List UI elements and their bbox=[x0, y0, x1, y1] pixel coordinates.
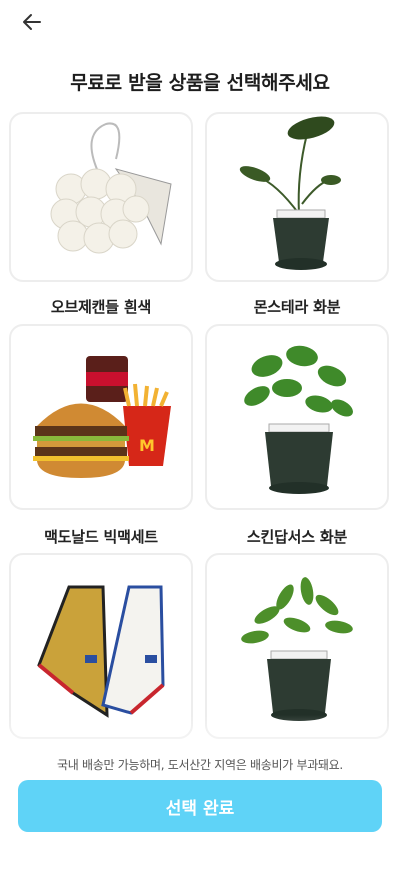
pothos-plant-image bbox=[244, 345, 353, 494]
product-card-pothos[interactable] bbox=[205, 324, 389, 510]
product-name-candle: 오브제캔들 흰색 bbox=[50, 298, 152, 316]
schefflera-plant-image bbox=[241, 577, 353, 721]
product-name-monstera: 몬스테라 화분 bbox=[253, 298, 341, 316]
product-grid: 오브제캔들 흰색 몬스테라 화분 M 맥도날드 빅맥세트 스킨답서스 화분 bbox=[0, 0, 400, 880]
product-card-candle[interactable] bbox=[9, 112, 193, 282]
product-name-bigmac: 맥도날드 빅맥세트 bbox=[44, 528, 158, 546]
product-card-bigmac[interactable]: M bbox=[9, 324, 193, 510]
bigmac-set-image: M bbox=[33, 356, 171, 478]
bubble-candle-image bbox=[50, 122, 172, 254]
monstera-plant-image bbox=[239, 116, 341, 270]
svg-text:M: M bbox=[139, 436, 155, 455]
product-name-pothos: 스킨답서스 화분 bbox=[246, 528, 348, 546]
product-card-towels[interactable] bbox=[9, 553, 193, 739]
confirm-selection-button[interactable]: 선택 완료 bbox=[18, 780, 382, 832]
shipping-notice: 국내 배송만 가능하며, 도서산간 지역은 배송비가 부과돼요. bbox=[57, 758, 343, 772]
product-card-schefflera[interactable] bbox=[205, 553, 389, 739]
towels-image bbox=[37, 585, 165, 718]
product-card-monstera[interactable] bbox=[205, 112, 389, 282]
